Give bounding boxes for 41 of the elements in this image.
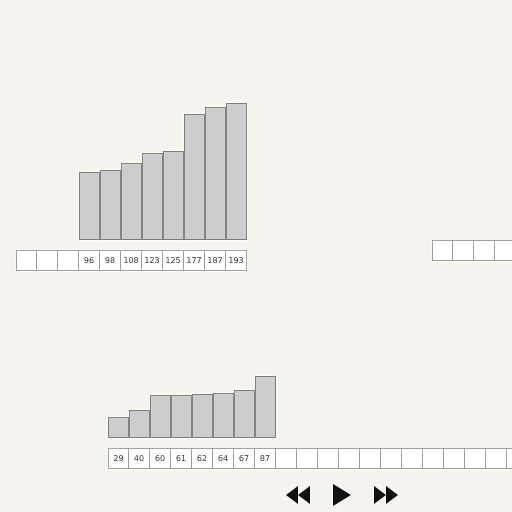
array-cell: 87 <box>255 448 276 469</box>
array-cell: 193 <box>226 250 247 271</box>
value-bar <box>213 392 234 438</box>
value-bar <box>171 394 192 438</box>
array-cell <box>444 448 465 469</box>
array-cell <box>402 448 423 469</box>
value-bar <box>108 417 129 438</box>
array-cell: 60 <box>150 448 171 469</box>
array-cell <box>276 448 297 469</box>
array-cell <box>474 240 495 261</box>
array-cell: 108 <box>121 250 142 271</box>
array-cell: 62 <box>192 448 213 469</box>
array-cell: 123 <box>142 250 163 271</box>
value-bar <box>234 390 255 438</box>
array-cell <box>360 448 381 469</box>
array-cell: 40 <box>129 448 150 469</box>
array-cell: 67 <box>234 448 255 469</box>
array-cell: 98 <box>100 250 121 271</box>
array-cell <box>381 448 402 469</box>
array-cell <box>297 448 318 469</box>
array-cell: 177 <box>184 250 205 271</box>
array-cell <box>339 448 360 469</box>
array-cell: 64 <box>213 448 234 469</box>
array-cell: 187 <box>205 250 226 271</box>
array-cell: 29 <box>108 448 129 469</box>
array-cell: 61 <box>171 448 192 469</box>
array-cell: 96 <box>79 250 100 271</box>
array-cell <box>465 448 486 469</box>
array-cell <box>37 250 58 271</box>
array-cell <box>453 240 474 261</box>
value-bar <box>255 376 276 438</box>
array-cell <box>318 448 339 469</box>
array-cell <box>423 448 444 469</box>
array-cell <box>58 250 79 271</box>
array-cell <box>432 240 453 261</box>
value-bar <box>192 394 213 438</box>
array-cell <box>16 250 37 271</box>
array-cell <box>495 240 512 261</box>
value-bar <box>100 170 121 240</box>
array-cell: 125 <box>163 250 184 271</box>
value-bar <box>79 172 100 240</box>
